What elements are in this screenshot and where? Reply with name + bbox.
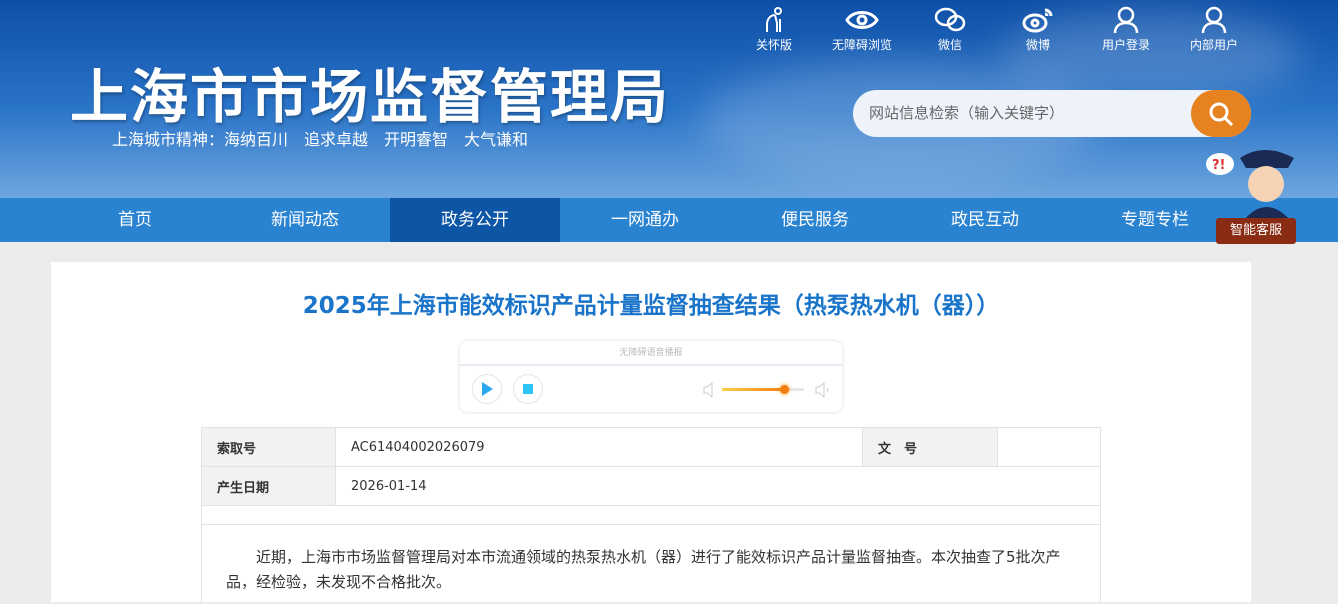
header: 上海市市场监督管理局 上海城市精神：海纳百川 追求卓越 开明睿智 大气谦和 关怀… [0, 0, 1338, 198]
doc-number-value [997, 427, 1101, 467]
search-icon [1209, 102, 1234, 126]
index-value: AC61404002026079 [335, 427, 863, 467]
volume-fill [722, 388, 784, 391]
user-login-link[interactable]: 用户登录 [1082, 6, 1170, 53]
stop-button[interactable] [513, 374, 543, 404]
volume-slider[interactable] [722, 385, 804, 394]
nav-public-service[interactable]: 便民服务 [730, 198, 900, 242]
spacer-row [201, 505, 1101, 525]
top-links: 关怀版 无障碍浏览 微信 微博 用户登录 内部用户 [730, 6, 1258, 53]
doc-number-label: 文 号 [862, 427, 998, 467]
user-icon [1201, 6, 1227, 34]
article-title: 2025年上海市能效标识产品计量监督抽查结果（热泵热水机（器）） [302, 293, 1000, 319]
user-icon [1113, 6, 1139, 34]
search-button[interactable] [1191, 90, 1251, 137]
nav-gov-info[interactable]: 政务公开 [390, 198, 560, 242]
eye-icon [845, 11, 879, 29]
play-icon [482, 382, 493, 396]
nav-interaction[interactable]: 政民互动 [900, 198, 1070, 242]
svg-text:?!: ?! [1212, 158, 1225, 173]
search-box [853, 90, 1251, 137]
play-button[interactable] [472, 374, 502, 404]
wechat-icon [934, 7, 966, 32]
assistant-avatar-icon: ?! [1206, 150, 1294, 220]
nav-online-service[interactable]: 一网通办 [560, 198, 730, 242]
volume-handle[interactable] [779, 385, 789, 394]
nav-home[interactable]: 首页 [50, 198, 220, 242]
search-input[interactable] [869, 104, 1189, 122]
wechat-link[interactable]: 微信 [906, 6, 994, 53]
date-label: 产生日期 [201, 466, 336, 506]
meta-table: 索取号 AC61404002026079 文 号 产生日期 2026-01-14 [201, 427, 1101, 525]
stop-icon [523, 384, 533, 394]
player-label: 无障碍语音播报 [460, 341, 842, 366]
audio-player: 无障碍语音播报 [460, 341, 842, 412]
internal-user-link[interactable]: 内部用户 [1170, 6, 1258, 53]
weibo-icon [1022, 8, 1053, 33]
volume-high-icon [815, 382, 829, 398]
site-logo[interactable]: 上海市市场监督管理局 [70, 50, 670, 134]
weibo-link[interactable]: 微博 [994, 6, 1082, 53]
care-version-link[interactable]: 关怀版 [730, 6, 818, 53]
article-panel: 2025年上海市能效标识产品计量监督抽查结果（热泵热水机（器）） 无障碍语音播报… [51, 262, 1251, 604]
slogan: 上海城市精神：海纳百川 追求卓越 开明睿智 大气谦和 [112, 130, 529, 149]
nav-news[interactable]: 新闻动态 [220, 198, 390, 242]
date-value: 2026-01-14 [335, 466, 1101, 506]
article-body: 近期，上海市市场监督管理局对本市流通领域的热泵热水机（器）进行了能效标识产品计量… [201, 524, 1101, 604]
index-label: 索取号 [201, 427, 336, 467]
volume-low-icon [703, 382, 713, 398]
assistant-label: 智能客服 [1216, 218, 1296, 244]
smart-assistant-button[interactable]: ?! 智能客服 [1200, 140, 1304, 248]
accessibility-link[interactable]: 无障碍浏览 [818, 6, 906, 53]
main-nav: 首页 新闻动态 政务公开 一网通办 便民服务 政民互动 专题专栏 [0, 198, 1338, 242]
elderly-icon [766, 7, 782, 32]
